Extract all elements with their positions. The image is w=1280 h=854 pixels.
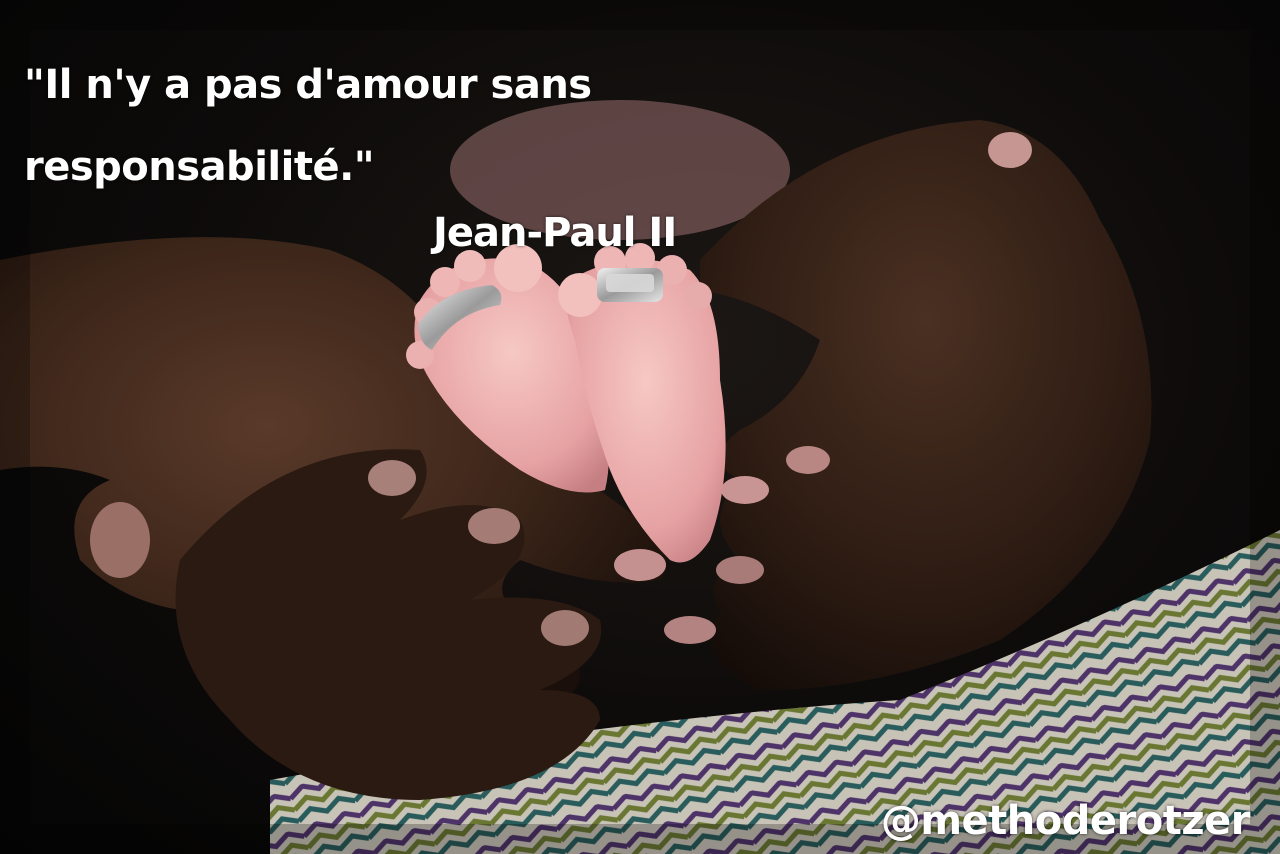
quote-line-2: responsabilité." [24, 144, 375, 190]
ring-diamond-detail [606, 274, 654, 292]
toe [558, 273, 602, 317]
nail [786, 446, 830, 474]
toe [684, 282, 712, 310]
nail [664, 616, 716, 644]
nail [541, 610, 589, 646]
nail [90, 502, 150, 578]
nail [716, 556, 764, 584]
right-hand [700, 120, 1152, 690]
quote-author: Jean-Paul II [433, 210, 677, 256]
quote-image: "Il n'y a pas d'amour sans responsabilit… [0, 0, 1280, 854]
nail [614, 549, 666, 581]
nail [721, 476, 769, 504]
social-handle: @methoderotzer [880, 798, 1251, 844]
quote-line-1: "Il n'y a pas d'amour sans [24, 62, 592, 108]
quote-text: "Il n'y a pas d'amour sans responsabilit… [24, 44, 624, 208]
nail [368, 460, 416, 496]
nail [988, 132, 1032, 168]
nail [468, 508, 520, 544]
